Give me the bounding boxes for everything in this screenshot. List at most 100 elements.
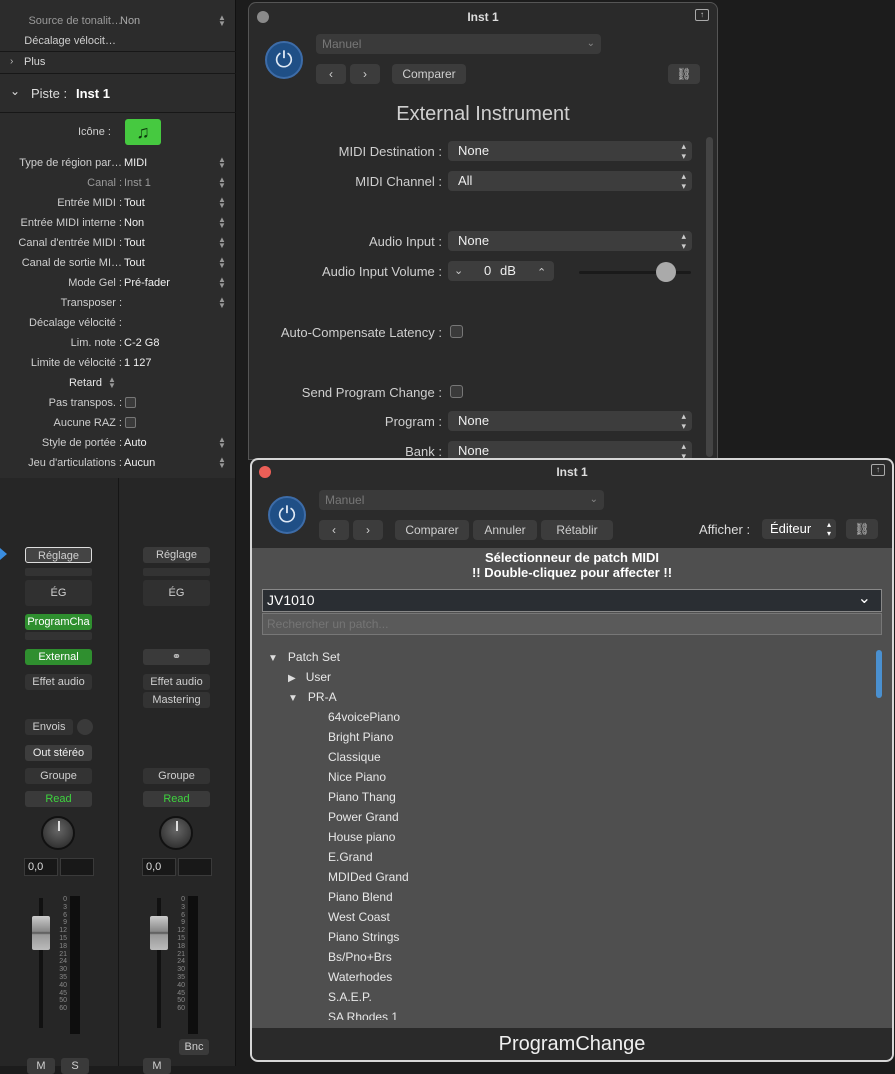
track-header[interactable]: ⌄ Piste : Inst 1 — [0, 74, 236, 112]
patch-item[interactable]: MDIDed Grand — [328, 870, 409, 884]
compare-button[interactable]: Comparer — [395, 520, 469, 540]
detach-window-icon[interactable]: ↑ — [871, 464, 885, 476]
redo-button[interactable]: Rétablir — [541, 520, 613, 540]
next-preset-button[interactable]: › — [353, 520, 383, 540]
midi-destination-select[interactable]: None ▴ ▾ — [448, 141, 692, 161]
strip1-volume-fader[interactable] — [32, 916, 50, 950]
strip2-mute-button[interactable]: M — [143, 1058, 171, 1074]
strip1-automation-button[interactable]: Read — [25, 791, 92, 807]
insp-row[interactable]: Retard ▲ ▼ — [0, 373, 236, 393]
strip2-setting-button[interactable]: Réglage — [143, 547, 210, 563]
strip1-group-button[interactable]: Groupe — [25, 768, 92, 784]
insp-row[interactable]: Canal : Inst 1 ▲ ▼ — [0, 173, 236, 193]
strip2-group-button[interactable]: Groupe — [143, 768, 210, 784]
strip1-instrument-button[interactable]: External — [25, 649, 92, 665]
strip1-midi-fx-button[interactable]: ProgramCha — [25, 614, 92, 630]
insp-row[interactable]: Type de région par… MIDI ▲ ▼ — [0, 153, 236, 173]
tree-node-patch-set[interactable]: ▼ Patch Set — [268, 650, 340, 664]
preset-select[interactable]: Manuel ⌄ — [319, 490, 604, 510]
strip1-output-button[interactable]: Out stéréo — [25, 745, 92, 761]
plus-disclosure[interactable]: › Plus — [0, 52, 236, 72]
patch-item[interactable]: S.A.E.P. — [328, 990, 372, 1004]
auto-compensate-latency-checkbox[interactable] — [450, 325, 463, 338]
compare-button[interactable]: Comparer — [392, 64, 466, 84]
strip2-eq-button[interactable]: ÉG — [143, 580, 210, 606]
close-button[interactable] — [259, 466, 271, 478]
insp-row[interactable]: Transposer : ▲ ▼ — [0, 293, 236, 313]
strip1-audio-fx-slot[interactable]: Effet audio — [25, 674, 92, 690]
patch-item[interactable]: Piano Blend — [328, 890, 393, 904]
insp-row[interactable]: Limite de vélocité :1 127 — [0, 353, 236, 373]
strip1-midi-fx-empty-slot[interactable] — [25, 632, 92, 640]
strip2-eq-slot[interactable] — [143, 568, 210, 576]
strip2-bounce-button[interactable]: Bnc — [179, 1039, 209, 1055]
insp-row-key-source[interactable]: Source de tonalit… Non ▲ ▼ — [0, 11, 236, 31]
undo-button[interactable]: Annuler — [473, 520, 537, 540]
insp-row[interactable]: Pas transpos. : — [0, 393, 236, 413]
strip1-sends-slot[interactable]: Envois — [25, 719, 73, 735]
vertical-scrollbar[interactable] — [706, 137, 713, 457]
tree-node-pr-a[interactable]: ▼ PR-A — [288, 690, 337, 704]
strip2-mastering-slot[interactable]: Mastering — [143, 692, 210, 708]
close-button[interactable] — [257, 11, 269, 23]
patch-item[interactable]: Classique — [328, 750, 381, 764]
tree-node-user[interactable]: ▶ User — [288, 670, 331, 684]
midi-channel-select[interactable]: All ▴ ▾ — [448, 171, 692, 191]
strip1-eq-slot[interactable] — [25, 568, 92, 576]
patch-item[interactable]: Piano Strings — [328, 930, 399, 944]
plugin-power-button[interactable] — [268, 496, 306, 534]
decrement-icon[interactable]: ⌄ — [454, 261, 463, 281]
strip1-solo-button[interactable]: S — [61, 1058, 89, 1074]
insp-row[interactable]: Mode Gel : Pré-fader ▲ ▼ — [0, 273, 236, 293]
patch-item[interactable]: E.Grand — [328, 850, 373, 864]
prev-preset-button[interactable]: ‹ — [316, 64, 346, 84]
tree-scrollbar-thumb[interactable] — [876, 650, 882, 698]
strip2-link-button[interactable]: ⚭ — [143, 649, 210, 665]
patch-item[interactable]: Piano Thang — [328, 790, 396, 804]
insp-row[interactable]: Style de portée : Auto ▲ ▼ — [0, 433, 236, 453]
view-select[interactable]: Éditeur ▴ ▾ — [762, 519, 836, 539]
strip1-setting-button[interactable]: Réglage — [25, 547, 92, 563]
insp-row[interactable]: Lim. note : C-2 G8 — [0, 333, 236, 353]
strip1-pan-knob[interactable] — [41, 816, 75, 850]
insp-row[interactable]: Décalage vélocité : — [0, 313, 236, 333]
increment-icon[interactable]: ⌃ — [537, 263, 546, 283]
device-select[interactable]: JV1010 ⌄ — [262, 589, 882, 612]
insp-row[interactable]: Canal d'entrée MIDI : Tout ▲ ▼ — [0, 233, 236, 253]
insp-checkbox[interactable] — [125, 397, 136, 408]
strip2-volume-fader[interactable] — [150, 916, 168, 950]
insp-row[interactable]: Entrée MIDI interne : Non ▲ ▼ — [0, 213, 236, 233]
volume-slider-thumb[interactable] — [656, 262, 677, 282]
audio-input-volume-stepper[interactable]: ⌄ 0 dB ⌃ — [448, 261, 554, 281]
audio-input-select[interactable]: None ▴ ▾ — [448, 231, 692, 251]
strip1-eq-button[interactable]: ÉG — [25, 580, 92, 606]
strip1-mute-button[interactable]: M — [27, 1058, 55, 1074]
send-program-change-checkbox[interactable] — [450, 385, 463, 398]
link-button[interactable]: ⛓ — [668, 64, 700, 84]
strip2-automation-button[interactable]: Read — [143, 791, 210, 807]
patch-item[interactable]: West Coast — [328, 910, 390, 924]
patch-item[interactable]: Bs/Pno+Brs — [328, 950, 392, 964]
patch-item[interactable]: House piano — [328, 830, 395, 844]
next-preset-button[interactable]: › — [350, 64, 380, 84]
strip2-audio-fx-slot[interactable]: Effet audio — [143, 674, 210, 690]
patch-item[interactable]: Nice Piano — [328, 770, 386, 784]
patch-item[interactable]: 64voicePiano — [328, 710, 400, 724]
insp-checkbox[interactable] — [125, 417, 136, 428]
insp-row[interactable]: Aucune RAZ : — [0, 413, 236, 433]
prev-preset-button[interactable]: ‹ — [319, 520, 349, 540]
insp-row[interactable]: Canal de sortie MI… Tout ▲ ▼ — [0, 253, 236, 273]
insp-row[interactable]: Entrée MIDI : Tout ▲ ▼ — [0, 193, 236, 213]
insp-row[interactable]: Jeu d'articulations : Aucun ▲ ▼ — [0, 453, 236, 473]
detach-window-icon[interactable]: ↑ — [695, 9, 709, 21]
plugin-power-button[interactable] — [265, 41, 303, 79]
patch-search-input[interactable] — [262, 613, 882, 635]
link-button[interactable]: ⛓ — [846, 519, 878, 539]
patch-item[interactable]: Waterhodes — [328, 970, 392, 984]
patch-item[interactable]: SA Rhodes 1 — [328, 1010, 398, 1020]
program-select[interactable]: None ▴ ▾ — [448, 411, 692, 431]
patch-item[interactable]: Power Grand — [328, 810, 399, 824]
track-icon-music-note-icon[interactable]: ♫ — [125, 119, 161, 145]
patch-item[interactable]: Bright Piano — [328, 730, 393, 744]
strip2-pan-knob[interactable] — [159, 816, 193, 850]
